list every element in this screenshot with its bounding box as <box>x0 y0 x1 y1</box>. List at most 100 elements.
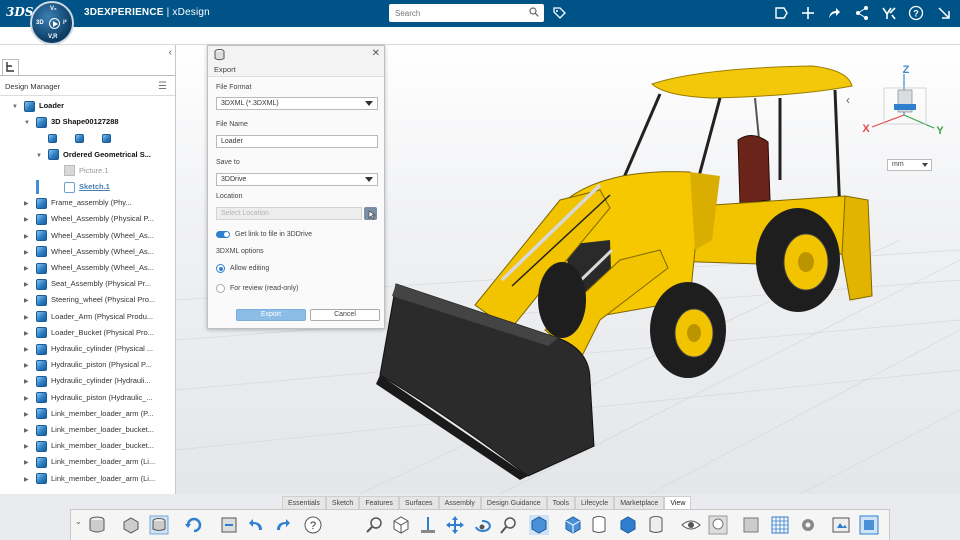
expand-arrow-icon[interactable]: ▶ <box>24 472 32 488</box>
expand-arrow-icon[interactable]: ▶ <box>24 212 32 228</box>
add-icon[interactable] <box>800 5 816 21</box>
tree-item[interactable]: ▶ Steering_wheel (Physical Pro... <box>24 292 155 308</box>
tree-item[interactable]: ▶ Loader_Bucket (Physical Pro... <box>24 325 154 341</box>
refresh-icon[interactable] <box>184 515 204 535</box>
tree-item[interactable]: ▶ Link_member_loader_arm (P... <box>24 406 153 422</box>
expand-arrow-icon[interactable]: ▶ <box>24 391 32 407</box>
link-toggle[interactable] <box>216 231 230 238</box>
expand-arrow-icon[interactable]: ▶ <box>24 342 32 358</box>
tree-item[interactable]: ▶ Hydraulic_cylinder (Physical ... <box>24 341 153 357</box>
tree-item[interactable] <box>34 130 115 146</box>
compass-bottom[interactable]: V,R <box>48 34 57 40</box>
tree-item[interactable]: ▶ Wheel_Assembly (Physical P... <box>24 211 154 227</box>
apps-icon[interactable] <box>881 5 897 21</box>
grid-icon[interactable] <box>770 515 790 535</box>
save-database-icon[interactable] <box>87 515 107 535</box>
export-button[interactable]: Export <box>236 309 306 321</box>
view-cube-rotate-left-icon[interactable]: ‹ <box>846 93 850 107</box>
tree-item[interactable]: ▶ Link_member_loader_arm (Li... <box>24 471 155 487</box>
search-icon[interactable] <box>529 7 539 17</box>
expand-arrow-icon[interactable]: ▶ <box>24 439 32 455</box>
expand-arrow-icon[interactable]: ▶ <box>24 423 32 439</box>
cancel-button[interactable]: Cancel <box>310 309 380 321</box>
shading-icon[interactable] <box>529 515 549 535</box>
view-cube-icon[interactable] <box>391 515 411 535</box>
expand-arrow-icon[interactable]: ▶ <box>24 196 32 212</box>
tab-surfaces[interactable]: Surfaces <box>398 496 439 509</box>
expand-arrow-icon[interactable]: ▶ <box>24 261 32 277</box>
compass-top[interactable]: V₆ <box>50 6 57 12</box>
capture-icon[interactable] <box>831 515 851 535</box>
zoom-area-icon[interactable] <box>499 515 519 535</box>
expand-arrow-icon[interactable]: ▶ <box>24 245 32 261</box>
database-icon[interactable] <box>646 515 666 535</box>
tab-marketplace[interactable]: Marketplace <box>614 496 665 509</box>
expand-arrow-icon[interactable]: ▶ <box>24 229 32 245</box>
compass-widget[interactable]: V₆ 3D i² V,R <box>30 1 74 45</box>
screenshot-icon[interactable] <box>859 515 879 535</box>
tree-item[interactable]: Picture.1 <box>52 163 109 179</box>
play-icon[interactable] <box>49 18 60 29</box>
part-icon[interactable] <box>75 133 84 143</box>
part-icon[interactable] <box>102 133 111 143</box>
units-select[interactable]: mm <box>887 159 932 171</box>
close-icon[interactable]: ✕ <box>372 48 380 59</box>
export-database-icon[interactable] <box>149 515 169 535</box>
redo-icon[interactable] <box>272 515 292 535</box>
file-name-field[interactable]: Loader <box>216 135 378 148</box>
tree-item[interactable]: ▶ Hydraulic_cylinder (Hydrauli... <box>24 373 151 389</box>
cylinder-icon[interactable] <box>589 515 609 535</box>
expand-arrow-icon[interactable]: ▶ <box>24 293 32 309</box>
appearance-icon[interactable] <box>708 515 728 535</box>
tree-item[interactable]: ▶ Wheel_Assembly (Wheel_As... <box>24 228 154 244</box>
render-cube-icon[interactable] <box>618 515 638 535</box>
expand-arrow-icon[interactable]: ▶ <box>24 277 32 293</box>
part-icon[interactable] <box>121 515 141 535</box>
undo-icon[interactable] <box>247 515 267 535</box>
visibility-icon[interactable] <box>681 515 701 535</box>
tree-item[interactable]: Sketch.1 <box>52 179 110 195</box>
expand-arrow-icon[interactable]: ▶ <box>24 310 32 326</box>
tree-item[interactable]: ▼ Loader <box>12 98 64 114</box>
tab-essentials[interactable]: Essentials <box>282 496 326 509</box>
tree-item[interactable]: ▶ Link_member_loader_arm (Li... <box>24 454 155 470</box>
rotate-icon[interactable] <box>472 515 492 535</box>
for-review-radio[interactable] <box>216 284 225 293</box>
search-box[interactable] <box>389 4 544 22</box>
part-icon[interactable] <box>48 133 57 143</box>
replace-icon[interactable] <box>219 515 239 535</box>
tree-item[interactable]: ▶ Loader_Arm (Physical Produ... <box>24 309 153 325</box>
expand-arrow-icon[interactable]: ▶ <box>24 358 32 374</box>
expand-arrow-icon[interactable]: ▶ <box>24 326 32 342</box>
chevron-down-icon[interactable]: ⌄ <box>75 517 82 526</box>
tab-assembly[interactable]: Assembly <box>438 496 481 509</box>
pan-icon[interactable] <box>445 515 465 535</box>
panel-menu-icon[interactable]: ☰ <box>158 81 167 92</box>
collapse-arrow-icon[interactable]: ▼ <box>24 115 32 131</box>
tab-design-guidance[interactable]: Design Guidance <box>480 496 547 509</box>
tree-tab[interactable] <box>2 59 19 75</box>
tab-view[interactable]: View <box>664 496 692 509</box>
zoom-icon[interactable] <box>364 515 384 535</box>
expand-arrow-icon[interactable]: ▶ <box>24 455 32 471</box>
shading-edges-icon[interactable] <box>563 515 583 535</box>
tree-item[interactable]: ▶ Link_member_loader_bucket... <box>24 438 154 454</box>
file-format-select[interactable]: 3DXML (*.3DXML) <box>216 97 378 110</box>
tree-item[interactable]: ▶ Frame_assembly (Phy... <box>24 195 132 211</box>
tab-sketch[interactable]: Sketch <box>325 496 360 509</box>
compass-left[interactable]: 3D <box>36 20 44 26</box>
tree-item[interactable]: ▶ Hydraulic_piston (Hydraulic_... <box>24 390 153 406</box>
help-icon[interactable]: ? <box>908 5 924 21</box>
tree-item[interactable]: ▼ Ordered Geometrical S... <box>36 147 151 163</box>
tree-item[interactable]: ▼ 3D Shape00127288 <box>24 114 119 130</box>
normal-view-icon[interactable] <box>418 515 438 535</box>
expand-arrow-icon[interactable]: ▶ <box>24 407 32 423</box>
tree-item[interactable]: ▶ Wheel_Assembly (Wheel_As... <box>24 244 154 260</box>
tab-lifecycle[interactable]: Lifecycle <box>574 496 615 509</box>
tag-icon[interactable] <box>551 5 567 21</box>
allow-editing-radio[interactable] <box>216 264 225 273</box>
tree-item[interactable]: ▶ Hydraulic_piston (Physical P... <box>24 357 151 373</box>
save-to-select[interactable]: 3DDrive <box>216 173 378 186</box>
collapse-arrow-icon[interactable]: ▼ <box>12 99 20 115</box>
compass-right[interactable]: i² <box>63 20 67 26</box>
